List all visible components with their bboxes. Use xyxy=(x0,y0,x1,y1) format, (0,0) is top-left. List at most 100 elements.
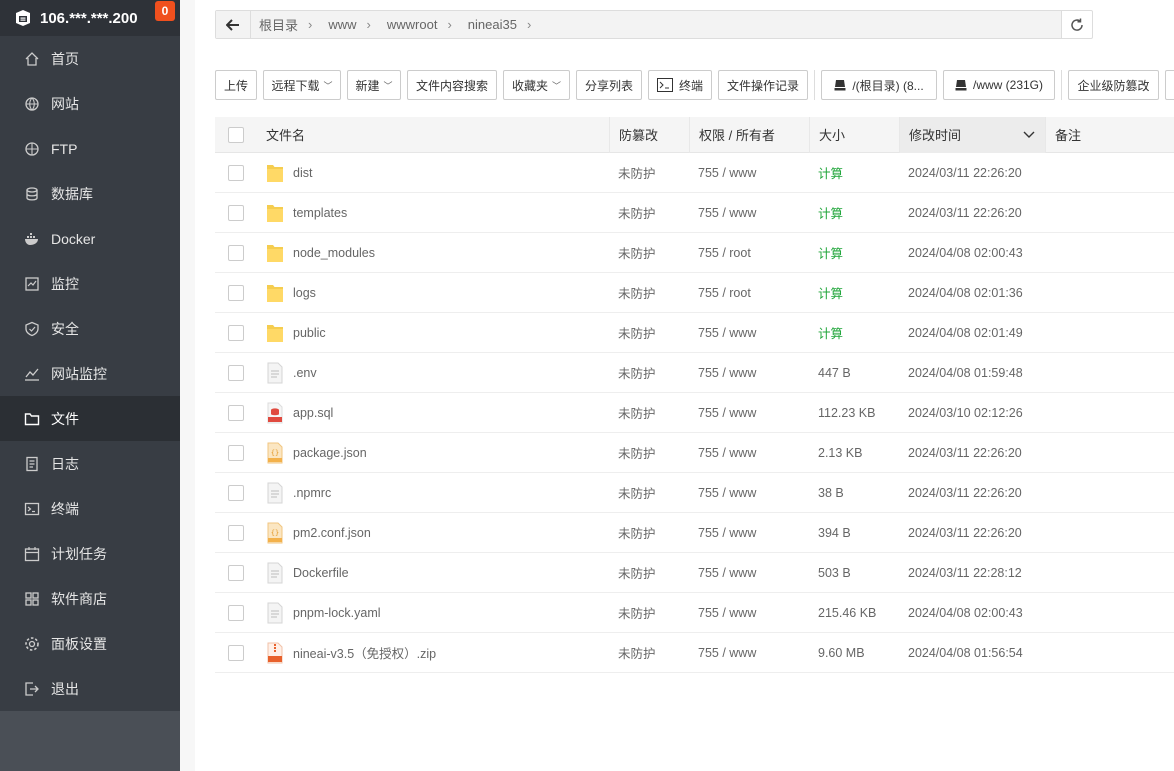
breadcrumb-item[interactable]: www › xyxy=(320,17,379,32)
permission-owner[interactable]: 755 / root xyxy=(689,286,809,300)
table-row[interactable]: nineai-v3.5（免授权）.zip 未防护 755 / www 9.60 MB 2… xyxy=(215,633,1174,673)
select-all-checkbox[interactable] xyxy=(228,126,244,143)
terminal-button[interactable]: 终端 xyxy=(648,70,712,100)
tamper-protection-button[interactable]: 企业级防篡改 xyxy=(1068,70,1159,100)
calculate-size-link[interactable]: 计算 xyxy=(809,323,899,342)
permission-owner[interactable]: 755 / www xyxy=(689,566,809,580)
row-checkbox[interactable] xyxy=(228,444,244,461)
content-search-button[interactable]: 文件内容搜索 xyxy=(407,70,497,100)
row-checkbox[interactable] xyxy=(228,244,244,261)
table-row[interactable]: public 未防护 755 / www 计算 2024/04/08 02:01:49 xyxy=(215,313,1174,353)
sidebar-item-6[interactable]: 安全 xyxy=(0,306,180,351)
permission-owner[interactable]: 755 / www xyxy=(689,406,809,420)
sidebar-item-0[interactable]: 首页 xyxy=(0,36,180,81)
file-name[interactable]: node_modules xyxy=(293,246,375,260)
calculate-size-link[interactable]: 计算 xyxy=(809,243,899,262)
breadcrumb-item[interactable]: 根目录 › xyxy=(251,15,320,34)
tamper-status[interactable]: 未防护 xyxy=(609,283,689,302)
tamper-status[interactable]: 未防护 xyxy=(609,323,689,342)
favorites-button[interactable]: 收藏夹 ﹀ xyxy=(503,70,570,100)
disk-www-button[interactable]: /www (231G) xyxy=(943,70,1055,100)
sidebar-item-7[interactable]: 网站监控 xyxy=(0,351,180,396)
permission-owner[interactable]: 755 / www xyxy=(689,446,809,460)
sidebar-item-4[interactable]: Docker xyxy=(0,216,180,261)
row-checkbox[interactable] xyxy=(228,204,244,221)
file-name[interactable]: app.sql xyxy=(293,406,333,420)
permission-owner[interactable]: 755 / root xyxy=(689,246,809,260)
header-size[interactable]: 大小 xyxy=(809,116,899,153)
row-checkbox[interactable] xyxy=(228,564,244,581)
notification-badge[interactable]: 0 xyxy=(155,1,175,21)
tamper-status[interactable]: 未防护 xyxy=(609,163,689,182)
tamper-status[interactable]: 未防护 xyxy=(609,363,689,382)
sidebar-item-10[interactable]: 终端 xyxy=(0,486,180,531)
header-permission[interactable]: 权限 / 所有者 xyxy=(689,116,809,153)
remote-download-button[interactable]: 远程下载 ﹀ xyxy=(263,70,341,100)
calculate-size-link[interactable]: 计算 xyxy=(809,283,899,302)
permission-owner[interactable]: 755 / www xyxy=(689,166,809,180)
permission-owner[interactable]: 755 / www xyxy=(689,366,809,380)
tamper-status[interactable]: 未防护 xyxy=(609,603,689,622)
permission-owner[interactable]: 755 / www xyxy=(689,526,809,540)
more-button[interactable] xyxy=(1165,70,1174,100)
tamper-status[interactable]: 未防护 xyxy=(609,643,689,662)
table-row[interactable]: templates 未防护 755 / www 计算 2024/03/11 22:26:… xyxy=(215,193,1174,233)
tamper-status[interactable]: 未防护 xyxy=(609,483,689,502)
row-checkbox[interactable] xyxy=(228,644,244,661)
tamper-status[interactable]: 未防护 xyxy=(609,563,689,582)
table-row[interactable]: {} pm2.conf.json 未防护 755 / www 394 B 2024/03/… xyxy=(215,513,1174,553)
tamper-status[interactable]: 未防护 xyxy=(609,243,689,262)
sidebar-item-8[interactable]: 文件 xyxy=(0,396,180,441)
row-checkbox[interactable] xyxy=(228,364,244,381)
tamper-status[interactable]: 未防护 xyxy=(609,403,689,422)
permission-owner[interactable]: 755 / www xyxy=(689,606,809,620)
row-checkbox[interactable] xyxy=(228,324,244,341)
row-checkbox[interactable] xyxy=(228,524,244,541)
file-name[interactable]: public xyxy=(293,326,326,340)
table-row[interactable]: app.sql 未防护 755 / www 112.23 KB 2024/03/10 0… xyxy=(215,393,1174,433)
file-name[interactable]: Dockerfile xyxy=(293,566,349,580)
row-checkbox[interactable] xyxy=(228,284,244,301)
sidebar-item-3[interactable]: 数据库 xyxy=(0,171,180,216)
table-row[interactable]: Dockerfile 未防护 755 / www 503 B 2024/03/11 22… xyxy=(215,553,1174,593)
tamper-status[interactable]: 未防护 xyxy=(609,443,689,462)
back-button[interactable] xyxy=(216,11,251,38)
row-checkbox[interactable] xyxy=(228,404,244,421)
file-name[interactable]: .env xyxy=(293,366,317,380)
sidebar-item-11[interactable]: 计划任务 xyxy=(0,531,180,576)
table-row[interactable]: {} package.json 未防护 755 / www 2.13 KB 2024/03… xyxy=(215,433,1174,473)
tamper-status[interactable]: 未防护 xyxy=(609,523,689,542)
sidebar-item-12[interactable]: 软件商店 xyxy=(0,576,180,621)
table-row[interactable]: node_modules 未防护 755 / root 计算 2024/04/08 02… xyxy=(215,233,1174,273)
table-row[interactable]: logs 未防护 755 / root 计算 2024/04/08 02:01:36 xyxy=(215,273,1174,313)
header-name[interactable]: 文件名 xyxy=(257,117,609,153)
permission-owner[interactable]: 755 / www xyxy=(689,326,809,340)
file-name[interactable]: package.json xyxy=(293,446,367,460)
breadcrumb-item[interactable]: nineai35 › xyxy=(460,17,540,32)
table-row[interactable]: .npmrc 未防护 755 / www 38 B 2024/03/11 22:26:2… xyxy=(215,473,1174,513)
table-row[interactable]: dist 未防护 755 / www 计算 2024/03/11 22:26:20 xyxy=(215,153,1174,193)
header-mtime[interactable]: 修改时间 xyxy=(899,116,1045,153)
file-name[interactable]: nineai-v3.5（免授权）.zip xyxy=(293,643,436,662)
row-checkbox[interactable] xyxy=(228,164,244,181)
file-name[interactable]: pnpm-lock.yaml xyxy=(293,606,381,620)
tamper-status[interactable]: 未防护 xyxy=(609,203,689,222)
sidebar-item-14[interactable]: 退出 xyxy=(0,666,180,711)
permission-owner[interactable]: 755 / www xyxy=(689,646,809,660)
file-name[interactable]: logs xyxy=(293,286,316,300)
share-list-button[interactable]: 分享列表 xyxy=(576,70,642,100)
disk-root-button[interactable]: /(根目录) (8... xyxy=(821,70,937,100)
table-row[interactable]: .env 未防护 755 / www 447 B 2024/04/08 01:59:48 xyxy=(215,353,1174,393)
file-name[interactable]: .npmrc xyxy=(293,486,331,500)
file-name[interactable]: dist xyxy=(293,166,312,180)
sidebar-item-9[interactable]: 日志 xyxy=(0,441,180,486)
sidebar-item-2[interactable]: FTP xyxy=(0,126,180,171)
operation-log-button[interactable]: 文件操作记录 xyxy=(718,70,808,100)
sidebar-item-1[interactable]: 网站 xyxy=(0,81,180,126)
breadcrumb-item[interactable]: wwwroot › xyxy=(379,17,460,32)
row-checkbox[interactable] xyxy=(228,484,244,501)
sidebar-item-13[interactable]: 面板设置 xyxy=(0,621,180,666)
sidebar-item-5[interactable]: 监控 xyxy=(0,261,180,306)
file-name[interactable]: pm2.conf.json xyxy=(293,526,371,540)
permission-owner[interactable]: 755 / www xyxy=(689,206,809,220)
